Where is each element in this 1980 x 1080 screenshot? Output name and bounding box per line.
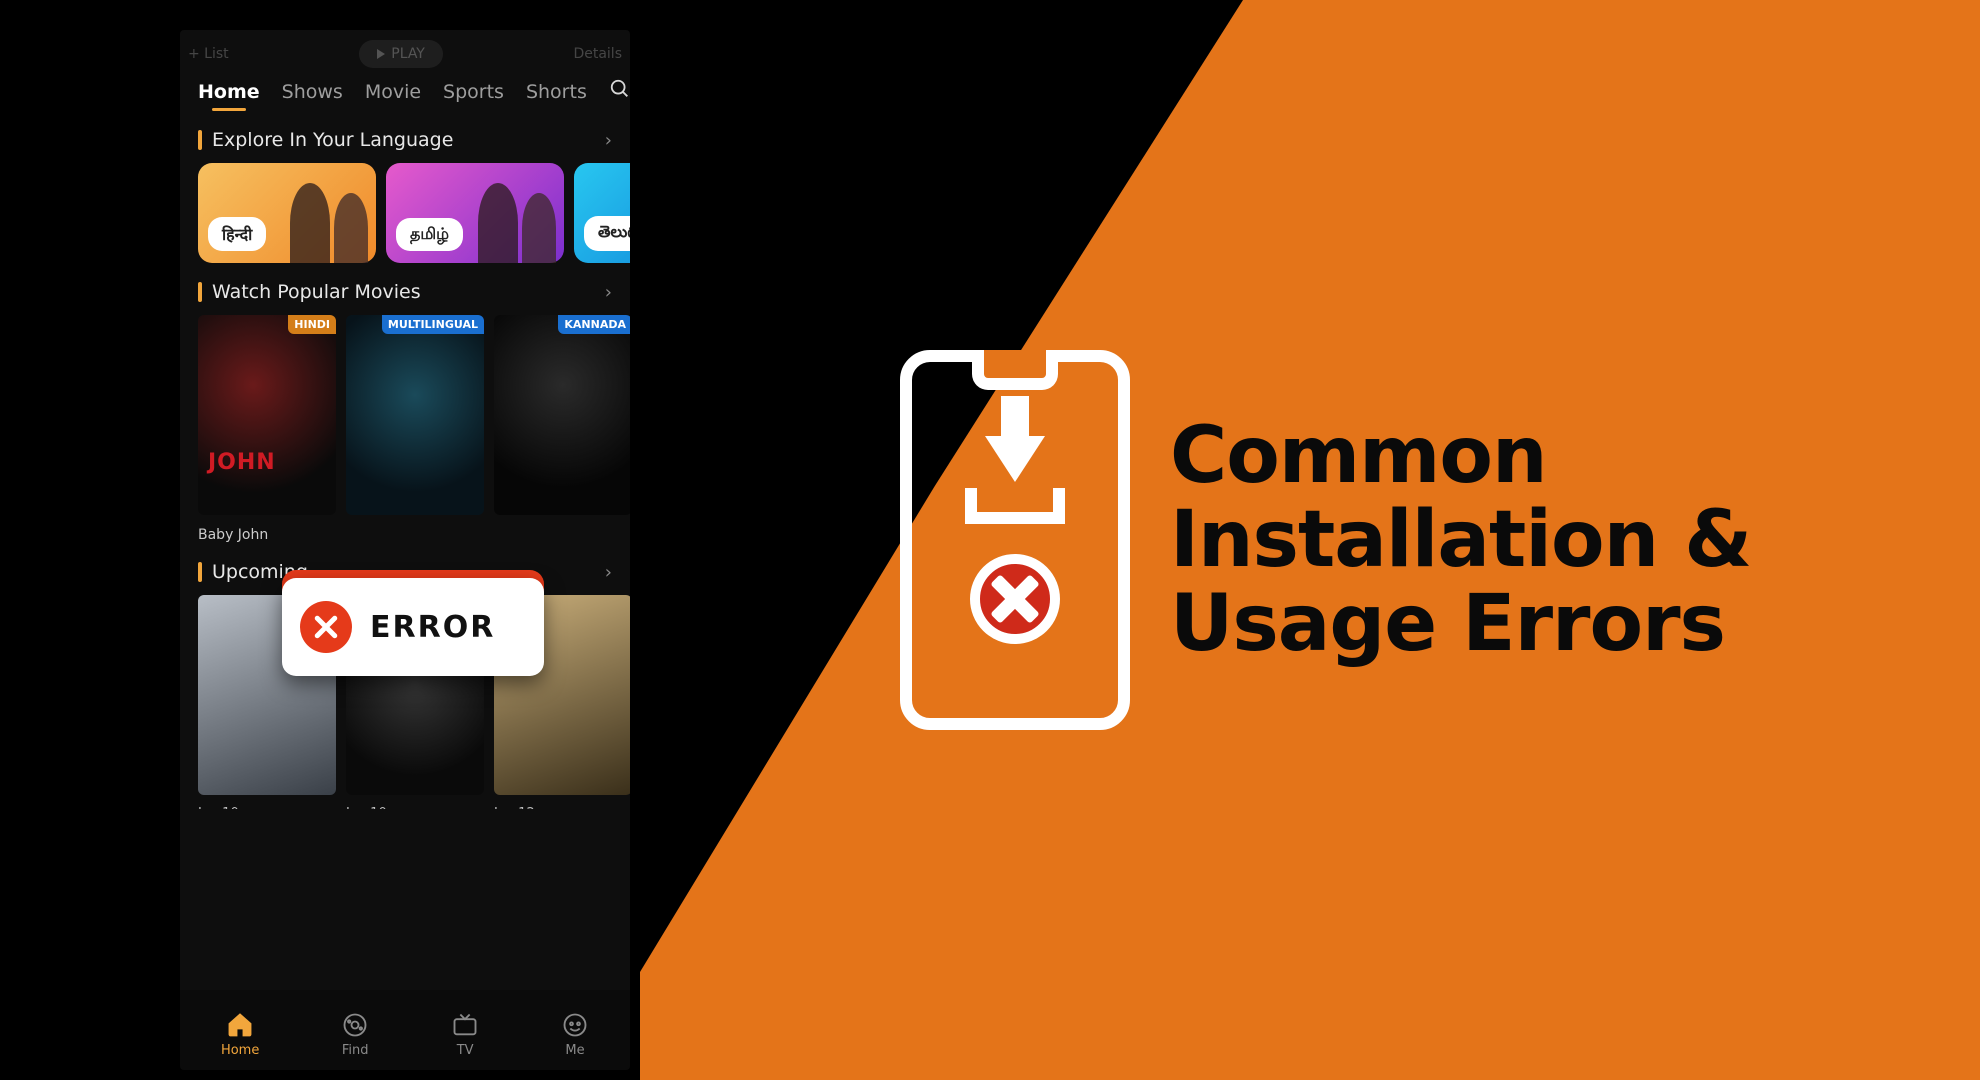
language-label: తెలుగు: [584, 216, 630, 251]
headline: Common Installation & Usage Errors: [1170, 414, 1751, 667]
play-button[interactable]: PLAY: [359, 40, 443, 68]
nav-find[interactable]: Find: [341, 1011, 369, 1058]
language-label: தமிழ்: [396, 218, 463, 251]
movie-poster[interactable]: HINDI JOHN: [198, 315, 336, 515]
tab-sports[interactable]: Sports: [443, 81, 504, 103]
popular-movies-row[interactable]: HINDI JOHN MULTILINGUAL KANNADA: [180, 315, 630, 521]
release-date: Jan.12: [494, 806, 535, 809]
top-tabs: Home Shows Movie Sports Shorts: [180, 78, 630, 111]
movie-title: [346, 527, 484, 543]
error-badge: ERROR: [282, 578, 544, 676]
tab-movie[interactable]: Movie: [365, 81, 421, 103]
language-card-tamil[interactable]: தமிழ்: [386, 163, 564, 263]
tab-shorts[interactable]: Shorts: [526, 81, 587, 103]
bottom-nav: Home Find TV Me: [180, 990, 630, 1070]
top-strip: + List PLAY Details: [180, 30, 630, 78]
language-label: हिन्दी: [208, 217, 266, 251]
section-header-languages[interactable]: Explore In Your Language ›: [180, 111, 630, 163]
headline-line-2: Installation &: [1170, 498, 1751, 582]
right-panel: Common Installation & Usage Errors: [900, 350, 1751, 730]
search-icon[interactable]: [609, 78, 630, 105]
movie-title: Baby John: [198, 527, 336, 543]
poster-art-text: JOHN: [208, 450, 276, 475]
language-tag: HINDI: [288, 315, 336, 334]
download-icon: [965, 436, 1065, 524]
language-card-telugu[interactable]: తెలుగు: [574, 163, 630, 263]
add-list-label[interactable]: + List: [188, 46, 229, 62]
chevron-right-icon: ›: [605, 562, 612, 583]
error-x-icon: [300, 601, 352, 653]
error-text: ERROR: [370, 610, 495, 645]
error-circle-icon: [970, 554, 1060, 644]
nav-me[interactable]: Me: [561, 1011, 589, 1058]
chevron-right-icon: ›: [605, 130, 612, 151]
popular-titles-row: Baby John Ma: [180, 521, 630, 543]
section-title-popular: Watch Popular Movies: [212, 281, 421, 303]
movie-poster[interactable]: KANNADA: [494, 315, 630, 515]
section-header-popular[interactable]: Watch Popular Movies ›: [180, 263, 630, 315]
headline-line-1: Common: [1170, 414, 1751, 498]
nav-label: TV: [457, 1043, 474, 1058]
chevron-right-icon: ›: [605, 282, 612, 303]
language-tag: KANNADA: [558, 315, 630, 334]
play-icon: [377, 49, 385, 59]
nav-label: Find: [342, 1043, 369, 1058]
movie-poster[interactable]: MULTILINGUAL: [346, 315, 484, 515]
release-date: Jan.10: [198, 806, 239, 809]
language-cards-row[interactable]: हिन्दी தமிழ் తెలుగు: [180, 163, 630, 263]
details-label[interactable]: Details: [573, 46, 622, 62]
language-card-hindi[interactable]: हिन्दी: [198, 163, 376, 263]
headline-line-3: Usage Errors: [1170, 582, 1751, 666]
nav-label: Home: [221, 1043, 259, 1058]
play-label: PLAY: [391, 46, 425, 62]
language-tag: MULTILINGUAL: [382, 315, 484, 334]
movie-title: [494, 527, 630, 543]
nav-label: Me: [565, 1043, 584, 1058]
tab-home[interactable]: Home: [198, 81, 260, 103]
section-title-languages: Explore In Your Language: [212, 129, 453, 151]
nav-home[interactable]: Home: [221, 1011, 259, 1058]
phone-screenshot: + List PLAY Details Home Shows Movie Spo…: [180, 30, 630, 1070]
release-date: Jan.10: [346, 806, 387, 809]
tab-shows[interactable]: Shows: [282, 81, 343, 103]
phone-download-error-icon: [900, 350, 1130, 730]
nav-tv[interactable]: TV: [451, 1011, 479, 1058]
